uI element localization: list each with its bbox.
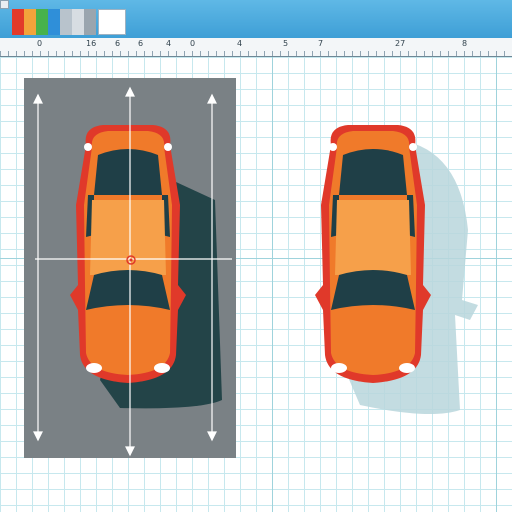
- arrow-down-icon: [33, 431, 43, 442]
- arrow-down-icon: [125, 446, 135, 457]
- arrow-down-icon: [207, 431, 217, 442]
- arrow-up-icon: [125, 86, 135, 97]
- arrow-up-icon: [33, 93, 43, 104]
- canvas-artwork: [33, 86, 478, 457]
- car-right: [315, 125, 431, 383]
- car-left: [70, 125, 186, 383]
- arrow-up-icon: [207, 93, 217, 104]
